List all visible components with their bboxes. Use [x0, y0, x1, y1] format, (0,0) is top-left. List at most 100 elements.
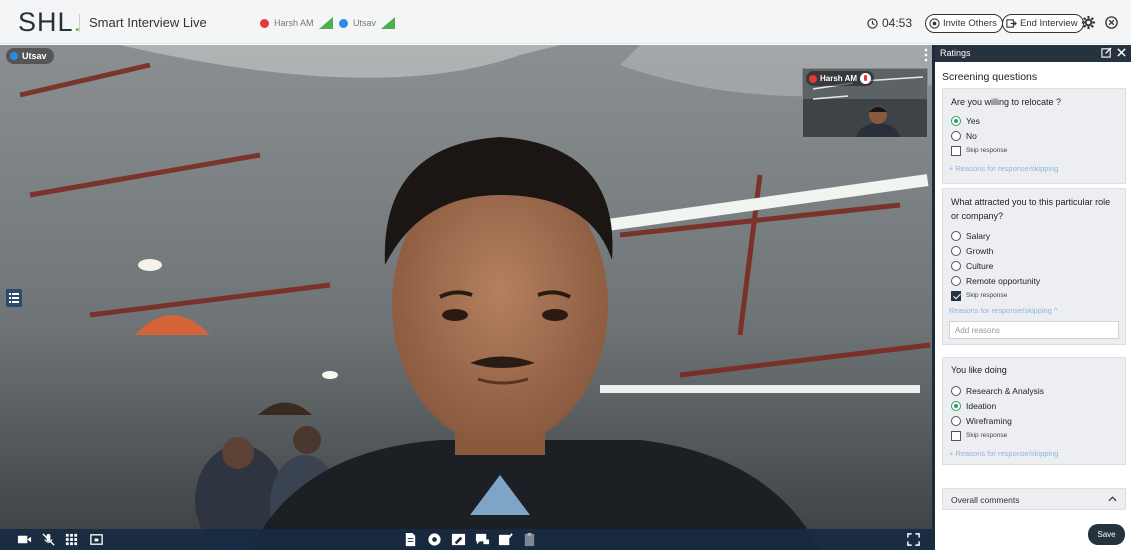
pip-participant-label: Harsh AM — [806, 71, 875, 86]
gear-icon[interactable] — [1081, 15, 1096, 30]
end-interview-label: End Interview — [1020, 18, 1078, 29]
call-toolbar — [0, 529, 932, 550]
reasons-link-expanded[interactable]: Reasons for response/skipping ^ — [949, 306, 1058, 315]
invite-others-button[interactable]: Invite Others — [925, 14, 1003, 33]
reasons-link[interactable]: + Reasons for response/skipping — [949, 449, 1058, 458]
option-yes[interactable]: Yes — [943, 113, 1125, 128]
signal-icon — [318, 17, 333, 29]
status-dot — [260, 18, 269, 28]
skip-response[interactable]: Skip response — [943, 143, 1125, 158]
main-participant-label: Utsav — [6, 48, 54, 64]
whiteboard-icon[interactable] — [451, 532, 466, 547]
status-dot — [339, 18, 348, 28]
add-reasons-input[interactable]: Add reasons — [949, 321, 1119, 339]
header-divider — [79, 14, 80, 32]
close-icon[interactable] — [1116, 47, 1127, 58]
end-interview-button[interactable]: End Interview — [1002, 14, 1084, 33]
question-text: You like doing — [951, 365, 1007, 375]
radio-unselected[interactable] — [951, 260, 961, 271]
signal-icon — [381, 17, 396, 29]
skip-response[interactable]: Skip response — [943, 428, 1125, 443]
edit-icon[interactable] — [1101, 47, 1112, 58]
pip-participant-name: Harsh AM — [820, 74, 858, 83]
notes-icon[interactable] — [498, 532, 513, 547]
participant-utsav: Utsav — [339, 17, 396, 29]
close-circle-icon[interactable] — [1104, 15, 1119, 30]
radio-unselected[interactable] — [951, 275, 961, 286]
radio-unselected[interactable] — [951, 230, 961, 241]
chevron-up-icon — [1108, 496, 1117, 502]
overall-comments-toggle[interactable]: Overall comments — [942, 488, 1126, 510]
option-label: Culture — [966, 260, 994, 271]
settings-circle-icon[interactable] — [427, 532, 442, 547]
mic-muted-icon[interactable] — [41, 532, 56, 547]
option-label: Wireframing — [966, 415, 1012, 426]
ratings-panel: Ratings Screening questions Are you will… — [935, 45, 1131, 550]
option-label: Remote opportunity — [966, 275, 1041, 286]
radio-unselected[interactable] — [951, 130, 961, 141]
option-remote-opportunity[interactable]: Remote opportunity — [943, 273, 1125, 288]
skip-checkbox[interactable] — [951, 145, 961, 156]
main-participant-name: Utsav — [22, 51, 47, 61]
timer-value: 04:53 — [882, 16, 913, 30]
shl-logo: SHL. — [18, 7, 83, 37]
top-header: SHL. Smart Interview Live Harsh AM Utsav… — [0, 0, 1131, 44]
ratings-header: Ratings — [935, 45, 1131, 62]
main-video-feed: Utsav Harsh AM — [0, 45, 932, 550]
skip-response[interactable]: Skip response — [943, 288, 1125, 303]
option-label: No — [966, 130, 977, 141]
question-text: What attracted you to this particular ro… — [951, 197, 1111, 221]
more-options-icon[interactable] — [922, 48, 930, 62]
reasons-link[interactable]: + Reasons for response/skipping — [949, 164, 1058, 173]
exit-icon — [1006, 19, 1017, 28]
option-wireframing[interactable]: Wireframing — [943, 413, 1125, 428]
status-dot — [10, 52, 18, 60]
overall-comments-label: Overall comments — [951, 495, 1020, 505]
radio-selected[interactable] — [951, 115, 961, 126]
pip-video-feed[interactable]: Harsh AM — [802, 68, 928, 138]
radio-selected[interactable] — [951, 400, 961, 411]
document-icon[interactable] — [403, 532, 418, 547]
clock-icon — [867, 17, 878, 29]
participant-name: Utsav — [353, 18, 377, 28]
option-label: Salary — [966, 230, 991, 241]
office-background-image — [0, 45, 932, 550]
option-ideation[interactable]: Ideation — [943, 398, 1125, 413]
option-label: Ideation — [966, 400, 997, 411]
radio-unselected[interactable] — [951, 415, 961, 426]
app-title: Smart Interview Live — [89, 15, 207, 30]
option-research-analysis[interactable]: Research & Analysis — [943, 383, 1125, 398]
participant-harsh: Harsh AM — [260, 17, 333, 29]
skip-label: Skip response — [966, 147, 1008, 154]
question-text: Are you willing to relocate ? — [951, 97, 1062, 107]
option-culture[interactable]: Culture — [943, 258, 1125, 273]
grid-icon[interactable] — [64, 532, 79, 547]
option-no[interactable]: No — [943, 128, 1125, 143]
option-growth[interactable]: Growth — [943, 243, 1125, 258]
save-button[interactable]: Save — [1088, 524, 1125, 545]
option-salary[interactable]: Salary — [943, 228, 1125, 243]
clipboard-icon[interactable] — [522, 532, 537, 547]
chat-icon[interactable] — [475, 532, 490, 547]
section-title: Screening questions — [942, 71, 1038, 83]
skip-label: Skip response — [966, 292, 1008, 299]
radio-unselected[interactable] — [951, 245, 961, 256]
add-user-icon — [929, 18, 940, 29]
option-label: Yes — [966, 115, 980, 126]
radio-unselected[interactable] — [951, 385, 961, 396]
status-dot — [809, 74, 817, 83]
skip-label: Skip response — [966, 432, 1008, 439]
list-toggle-icon[interactable] — [6, 289, 22, 307]
ratings-title: Ratings — [940, 48, 971, 58]
fullscreen-icon[interactable] — [906, 532, 921, 547]
skip-checkbox[interactable] — [951, 430, 961, 441]
skip-checkbox-checked[interactable] — [951, 290, 961, 301]
mic-muted-icon — [860, 73, 872, 84]
camera-icon[interactable] — [17, 532, 32, 547]
screen-share-icon[interactable] — [89, 532, 104, 547]
option-label: Growth — [966, 245, 994, 256]
participant-name: Harsh AM — [274, 18, 314, 28]
option-label: Research & Analysis — [966, 385, 1044, 396]
invite-others-label: Invite Others — [943, 18, 997, 29]
interview-timer: 04:53 — [867, 16, 912, 30]
